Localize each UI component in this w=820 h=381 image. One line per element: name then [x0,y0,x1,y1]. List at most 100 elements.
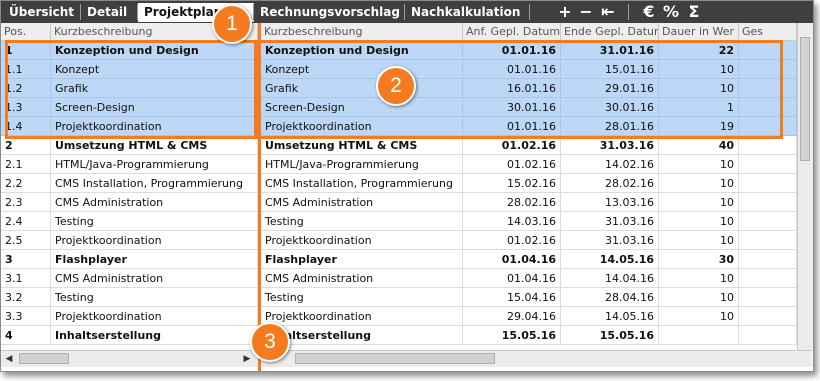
description-cell: CMS Administration [51,269,258,288]
remove-icon[interactable]: − [577,1,595,23]
column-header-end-date[interactable]: Ende Gepl. Datum [561,23,659,40]
start-date-cell: 01.04.16 [463,250,561,269]
tab-nachkalkulation[interactable]: Nachkalkulation [405,3,528,22]
table-row[interactable]: 2.5 Projektkoordination [1,231,258,250]
toolbar: Übersicht Detail Projektplan Rechnungsvorsc… [1,1,813,23]
left-scroll-thumb[interactable] [19,353,69,364]
table-row[interactable]: Projektkoordination 01.02.16 31.03.16 10 [261,231,797,250]
add-icon[interactable]: + [556,1,574,23]
right-scroll-thumb[interactable] [295,353,495,364]
callout-badge-1: 1 [212,4,252,44]
ges-cell [739,288,797,307]
column-header-pos[interactable]: Pos. [1,23,51,40]
right-horizontal-scrollbar[interactable] [261,350,812,367]
table-row[interactable]: HTML/Java-Programmierung 01.02.16 14.02.16… [261,155,797,174]
duration-cell: 10 [659,269,739,288]
pos-cell: 2.1 [1,155,51,174]
description-cell: CMS Administration [51,193,258,212]
start-date-cell: 14.03.16 [463,212,561,231]
description-cell: CMS Administration [261,269,463,288]
pos-cell: 2.3 [1,193,51,212]
description-cell: Projektkoordination [51,231,258,250]
end-date-cell: 14.02.16 [561,155,659,174]
description-cell: Inhaltserstellung [51,326,258,345]
end-date-cell: 14.05.16 [561,250,659,269]
description-cell: Testing [261,288,463,307]
table-row[interactable]: 3.2 Testing [1,288,258,307]
table-row[interactable]: 2.1 HTML/Java-Programmierung [1,155,258,174]
pos-cell: 2.2 [1,174,51,193]
ges-cell [739,193,797,212]
table-row[interactable]: 2.2 CMS Installation, Programmierung [1,174,258,193]
start-date-cell: 01.04.16 [463,269,561,288]
table-row[interactable]: Testing 14.03.16 31.03.16 10 [261,212,797,231]
end-date-cell: 14.05.16 [561,307,659,326]
duration-cell: 10 [659,231,739,250]
vertical-scrollbar[interactable] [797,23,813,350]
end-date-cell: 28.02.16 [561,174,659,193]
table-row[interactable]: Testing 15.04.16 28.04.16 10 [261,288,797,307]
toolbar-separator [253,4,254,20]
table-row[interactable]: 4 Inhaltserstellung [1,326,258,345]
end-date-cell: 28.04.16 [561,288,659,307]
duration-cell: 10 [659,193,739,212]
percent-icon[interactable]: % [663,1,679,23]
description-cell: CMS Installation, Programmierung [51,174,258,193]
table-row[interactable]: CMS Installation, Programmierung 15.02.16… [261,174,797,193]
euro-icon[interactable]: € [641,1,657,23]
end-date-cell: 31.03.16 [561,231,659,250]
description-cell: Flashplayer [261,250,463,269]
pos-cell: 3.2 [1,288,51,307]
start-date-cell: 15.04.16 [463,288,561,307]
pos-cell: 3 [1,250,51,269]
pos-cell: 3.1 [1,269,51,288]
table-row[interactable]: 3.3 Projektkoordination [1,307,258,326]
toolbar-separator [80,4,81,20]
description-cell: Testing [51,288,258,307]
description-cell: Projektkoordination [261,307,463,326]
ges-cell [739,155,797,174]
callout-badge-3: 3 [250,322,290,362]
tab-detail[interactable]: Detail [81,3,135,22]
sum-icon[interactable]: Σ [686,1,702,23]
start-date-cell: 15.05.16 [463,326,561,345]
column-header-ges[interactable]: Ges [739,23,797,40]
end-date-cell: 15.05.16 [561,326,659,345]
table-row[interactable]: 3.1 CMS Administration [1,269,258,288]
vertical-scroll-thumb[interactable] [800,37,810,161]
end-date-cell: 31.03.16 [561,212,659,231]
ges-cell [739,307,797,326]
toolbar-separator [529,4,530,20]
tab-übersicht[interactable]: Übersicht [3,3,77,22]
table-row[interactable]: 2.3 CMS Administration [1,193,258,212]
tab-rechnungsvorschlag[interactable]: Rechnungsvorschlag [254,3,405,22]
indent-icon[interactable]: ⇤ [598,1,618,23]
table-row[interactable]: Projektkoordination 29.04.16 14.05.16 10 [261,307,797,326]
description-cell: Inhaltserstellung [261,326,463,345]
description-cell: CMS Administration [261,193,463,212]
column-header-duration[interactable]: Dauer in Wer [659,23,739,40]
callout-badge-2: 2 [376,66,416,106]
left-horizontal-scrollbar[interactable]: ◀ ▶ [1,350,258,367]
column-header-kurzbeschreibung[interactable]: Kurzbeschreibung [261,23,463,40]
table-row[interactable]: 3 Flashplayer [1,250,258,269]
table-row[interactable]: 2.4 Testing [1,212,258,231]
table-row[interactable]: Inhaltserstellung 15.05.16 15.05.16 [261,326,797,345]
start-date-cell: 01.02.16 [463,155,561,174]
column-header-start-date[interactable]: Anf. Gepl. Datum [463,23,561,40]
duration-cell: 10 [659,212,739,231]
ges-cell [739,326,797,345]
table-row[interactable]: CMS Administration 28.02.16 13.03.16 10 [261,193,797,212]
table-row[interactable]: CMS Administration 01.04.16 14.04.16 10 [261,269,797,288]
pos-cell: 2.4 [1,212,51,231]
description-cell: CMS Installation, Programmierung [261,174,463,193]
duration-cell [659,326,739,345]
toolbar-separator [628,4,629,20]
table-row[interactable]: Flashplayer 01.04.16 14.05.16 30 [261,250,797,269]
ges-cell [739,174,797,193]
scroll-left-icon[interactable]: ◀ [1,351,17,367]
ges-cell [739,250,797,269]
ges-cell [739,231,797,250]
start-date-cell: 29.04.16 [463,307,561,326]
start-date-cell: 01.02.16 [463,231,561,250]
